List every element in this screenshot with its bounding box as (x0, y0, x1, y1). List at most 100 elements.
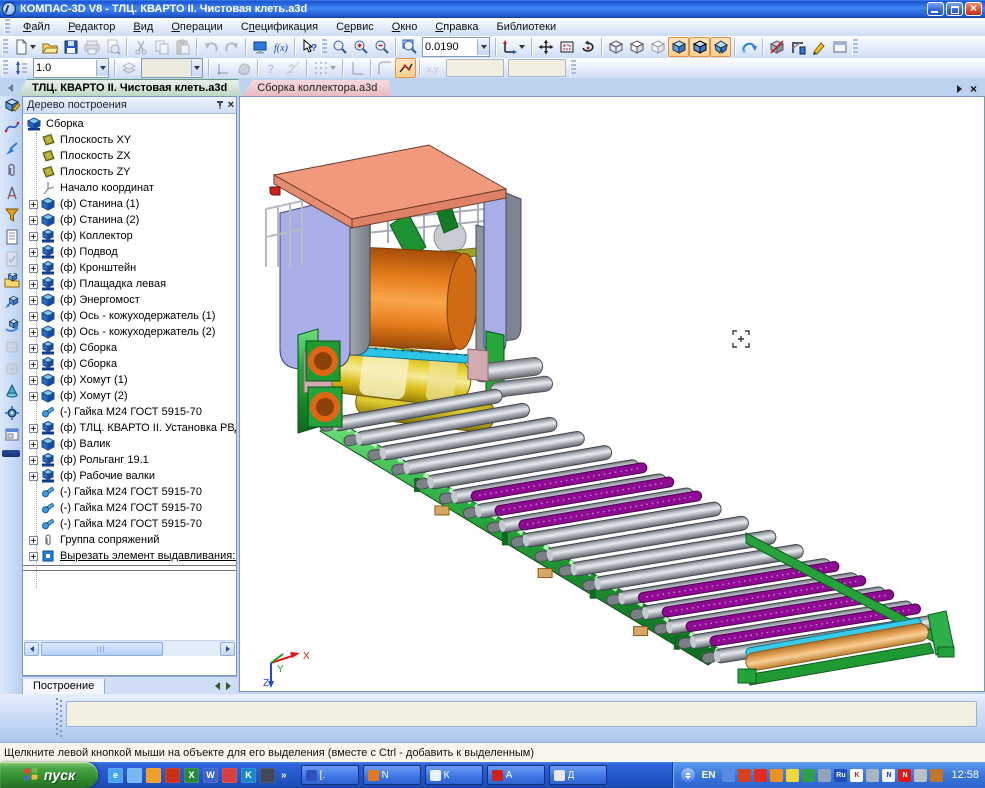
shaded-button[interactable] (668, 37, 689, 57)
shaded-edges-button[interactable] (689, 37, 710, 57)
zoom-scale-input[interactable] (423, 40, 477, 54)
tray-lightning-icon[interactable] (754, 769, 767, 782)
tabs-scroll-left[interactable] (4, 81, 16, 95)
tree-item-18[interactable]: (-) Гайка М24 ГОСТ 5915-70 (23, 404, 236, 420)
tree-item-6[interactable]: (ф) Станина (2) (23, 212, 236, 228)
perspective-button[interactable] (710, 37, 731, 57)
expand-icon[interactable] (29, 472, 38, 481)
tree-item-25[interactable]: (-) Гайка М24 ГОСТ 5915-70 (23, 516, 236, 532)
tray-app-blue-icon[interactable] (722, 769, 735, 782)
photoshop-icon[interactable] (260, 768, 275, 783)
scroll-left-button[interactable] (24, 642, 39, 656)
property-bar-handle[interactable] (56, 698, 62, 738)
tray-shield-n-icon[interactable]: N (882, 769, 895, 782)
edit-component-button[interactable] (1, 96, 23, 118)
pan-button[interactable] (535, 37, 556, 57)
expressions-fx-button[interactable]: f(x) (270, 37, 291, 57)
tree-item-11[interactable]: (ф) Энергомост (23, 292, 236, 308)
menu-вид[interactable]: Вид (124, 19, 162, 35)
tree-item-4[interactable]: Начало координат (23, 180, 236, 196)
toolbar-grip[interactable] (2, 39, 8, 55)
toolbar-grip[interactable] (570, 60, 576, 76)
taskbar-button-acrobat[interactable]: А (487, 765, 545, 785)
tree-item-0[interactable]: Сборка (23, 116, 236, 132)
menu-операции[interactable]: Операции (162, 19, 231, 35)
minimize-button[interactable] (927, 2, 944, 16)
scroll-right-button[interactable] (220, 642, 235, 656)
panel-tab-next[interactable] (226, 682, 231, 690)
tree-item-7[interactable]: (ф) Коллектор (23, 228, 236, 244)
model-viewport[interactable]: X Y Z (239, 96, 985, 692)
tray-network-icon[interactable] (818, 769, 831, 782)
expand-icon[interactable] (29, 296, 38, 305)
tree-item-12[interactable]: (ф) Ось - кожуходержатель (1) (23, 308, 236, 324)
tabs-scroll-right[interactable] (957, 85, 962, 93)
tree-item-15[interactable]: (ф) Сборка (23, 356, 236, 372)
tree-item-9[interactable]: (ф) Кронштейн (23, 260, 236, 276)
document-tab-0[interactable]: ТЛЦ. КВАРТО II. Чистовая клеть.a3d (18, 79, 241, 96)
media-app-icon[interactable] (146, 768, 161, 783)
expand-icon[interactable] (29, 376, 38, 385)
tree-item-19[interactable]: (ф) ТЛЦ. КВАРТО II. Установка РВД заднег (23, 420, 236, 436)
filter-button[interactable] (1, 206, 23, 228)
expand-icon[interactable] (29, 456, 38, 465)
new-document-button[interactable] (10, 37, 39, 57)
move-component-button[interactable] (1, 294, 23, 316)
wireframe-button[interactable] (605, 37, 626, 57)
menu-библиотеки[interactable]: Библиотеки (488, 19, 566, 35)
expand-icon[interactable] (29, 216, 38, 225)
expand-icon[interactable] (29, 264, 38, 273)
expand-icon[interactable] (29, 424, 38, 433)
step-value-combobox[interactable] (33, 58, 109, 78)
taskbar-button-floppy[interactable]: [. (301, 765, 359, 785)
move-arrow-button[interactable] (1, 140, 23, 162)
expand-icon[interactable] (29, 280, 38, 289)
tray-yellow-icon[interactable] (786, 769, 799, 782)
tab-close-icon[interactable]: × (970, 84, 977, 94)
snaps-button[interactable] (395, 58, 416, 78)
tray-collapse-icon[interactable] (681, 768, 695, 782)
mates-button[interactable] (1, 162, 23, 184)
surface-cone-button[interactable] (1, 382, 23, 404)
toolbar-grip[interactable] (2, 60, 8, 76)
step-value-dropdown-icon[interactable] (96, 60, 108, 76)
sketch-button[interactable] (808, 37, 829, 57)
placement-button[interactable] (829, 37, 850, 57)
panel-endcap[interactable] (2, 450, 20, 457)
taskbar-button-window[interactable]: Д (549, 765, 607, 785)
tray-brown-icon[interactable] (930, 769, 943, 782)
tree-item-14[interactable]: (ф) Сборка (23, 340, 236, 356)
menu-grip[interactable] (4, 19, 10, 35)
reorient-button[interactable] (738, 37, 759, 57)
expand-icon[interactable] (29, 232, 38, 241)
messenger-icon[interactable] (127, 768, 142, 783)
rotate-view-button[interactable] (577, 37, 598, 57)
help-cursor-button[interactable]: ? (298, 37, 319, 57)
tray-n-red-icon[interactable]: N (898, 769, 911, 782)
tree-item-16[interactable]: (ф) Хомут (1) (23, 372, 236, 388)
toolbar-grip[interactable] (852, 39, 858, 55)
service-gear-button[interactable] (1, 404, 23, 426)
properties-window-button[interactable] (1, 426, 23, 448)
expand-icon[interactable] (29, 328, 38, 337)
component-from-file-button[interactable] (1, 272, 23, 294)
floppy-app-icon[interactable] (222, 768, 237, 783)
tree-item-8[interactable]: (ф) Подвод (23, 244, 236, 260)
variables-button[interactable] (249, 37, 270, 57)
expand-icon[interactable] (29, 360, 38, 369)
toolbar-grip[interactable] (321, 39, 327, 55)
tree-item-10[interactable]: (ф) Плащадка левая (23, 276, 236, 292)
tree-item-21[interactable]: (ф) Рольганг 19.1 (23, 452, 236, 468)
taskbar-button-kompas[interactable]: К (425, 765, 483, 785)
red-ball-app-icon[interactable] (165, 768, 180, 783)
excel-icon[interactable]: X (184, 768, 199, 783)
expand-icon[interactable] (29, 200, 38, 209)
hidden-lines-button[interactable] (626, 37, 647, 57)
spline-curve-button[interactable] (1, 118, 23, 140)
expand-icon[interactable] (29, 392, 38, 401)
pin-icon[interactable] (215, 100, 225, 110)
tray-k-red-icon[interactable]: K (850, 769, 863, 782)
tray-speaker-icon[interactable] (866, 769, 879, 782)
menu-редактор[interactable]: Редактор (59, 19, 124, 35)
tab-construction[interactable]: Построение (22, 679, 105, 695)
